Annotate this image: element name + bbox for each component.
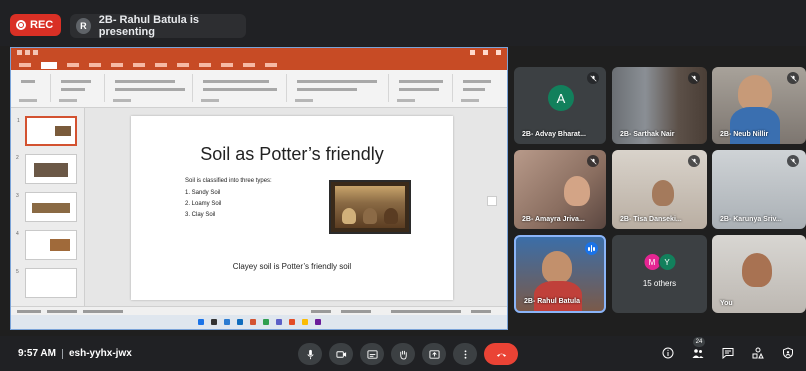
ppt-ribbon-tabs [11,60,507,70]
participant-avatar: A [548,85,574,111]
separator [61,348,63,359]
slide-title: Soil as Potter’s friendly [200,144,384,164]
presenter-avatar: R [76,18,91,34]
list-item: 3. Clay Soil [185,212,216,218]
participant-video [742,253,772,287]
others-avatars: M Y [643,253,676,271]
participant-tile[interactable]: 2B- Sarthak Nair [612,67,707,144]
leave-call-button[interactable] [484,343,518,365]
mic-off-icon [587,72,599,84]
clock-time: 9:57 AM [18,348,56,359]
window-controls [470,50,501,55]
participant-name: 2B- Neub Nillir [720,131,769,138]
participant-name: 2B- Karunya Sriv... [720,216,782,223]
hand-icon [399,350,407,360]
participant-name: You [720,300,733,307]
participant-name: 2B- Amayra Jriva... [522,216,585,223]
ppt-title-bar [11,48,507,60]
slide-thumbnails: 1 2 3 4 5 [11,108,85,308]
more-options-button[interactable] [453,343,477,365]
soil-types-list: 1. Sandy Soil 2. Loamy Soil 3. Clay Soil [185,190,221,223]
call-controls [298,343,518,365]
participant-name: 2B- Advay Bharat... [522,131,586,138]
more-vert-icon [464,349,466,359]
slide-thumbnail[interactable]: 4 [16,230,77,260]
participant-avatar: Y [658,253,676,271]
present-button[interactable] [422,343,446,365]
slide-footer-text: Clayey soil is Potter’s friendly soil [232,262,352,271]
meeting-info: 9:57 AM esh-yyhx-jwx [18,348,132,359]
camera-icon [335,350,346,358]
others-tile[interactable]: M Y 15 others [612,235,707,313]
participant-name: 2B- Tisa Danseki... [620,216,682,223]
side-panel-buttons: 24 [660,337,796,361]
recording-badge[interactable]: REC [10,14,62,36]
participant-name: 2B- Sarthak Nair [620,131,675,138]
participant-name: 2B- Rahul Batula [524,298,581,305]
slide-thumbnail[interactable]: 1 [17,116,77,146]
participant-video [738,75,772,111]
microphone-icon [306,349,314,359]
windows-taskbar [11,315,507,329]
people-button[interactable]: 24 [690,337,706,361]
soil-picture [329,180,411,234]
recording-label: REC [30,19,54,31]
meet-window: REC R 2B- Rahul Batula is presenting 1 2… [0,0,806,371]
slide-thumbnail[interactable]: 2 [16,154,77,184]
present-icon [428,349,440,359]
activities-button[interactable] [750,345,766,361]
participant-tile[interactable]: A 2B- Advay Bharat... [514,67,606,144]
presenting-text: 2B- Rahul Batula is presenting [98,14,200,38]
slide-intro-text: Soil is classified into three types: [185,178,272,184]
participant-tile[interactable]: 2B- Karunya Sriv... [712,150,806,229]
mic-off-icon [787,72,799,84]
bottom-bar: 9:57 AM esh-yyhx-jwx 24 [0,336,806,371]
people-count-badge: 24 [693,337,705,347]
participant-tile[interactable]: 2B- Tisa Danseki... [612,150,707,229]
list-item: 2. Loamy Soil [185,201,222,207]
participant-tile[interactable]: 2B- Amayra Jriva... [514,150,606,229]
quick-access-toolbar [17,50,57,57]
slide-side-button[interactable] [487,196,497,206]
participant-video [564,176,590,206]
speaking-indicator-icon [585,242,598,255]
others-count-label: 15 others [642,279,677,288]
slide-thumbnail[interactable]: 3 [16,192,77,222]
current-slide: Soil as Potter’s friendly Soil is classi… [131,116,453,300]
top-bar: REC R 2B- Rahul Batula is presenting [0,0,806,46]
captions-button[interactable] [360,343,384,365]
record-icon [16,20,26,30]
people-icon [692,349,704,358]
raise-hand-button[interactable] [391,343,415,365]
end-call-icon [496,353,506,357]
chat-icon [722,348,734,359]
ppt-workspace: 1 2 3 4 5 Soil as Potter’s friendly Soil… [11,108,507,308]
meeting-details-button[interactable] [660,345,676,361]
mic-off-icon [787,155,799,167]
list-item: 1. Sandy Soil [185,190,221,196]
host-controls-button[interactable] [780,345,796,361]
self-tile[interactable]: You [712,235,806,313]
presenting-banner[interactable]: R 2B- Rahul Batula is presenting [70,14,246,38]
camera-button[interactable] [329,343,353,365]
shield-icon [783,347,793,359]
participant-tile-active-speaker[interactable]: 2B- Rahul Batula [514,235,606,313]
meeting-code[interactable]: esh-yyhx-jwx [69,348,132,359]
captions-icon [366,349,378,359]
slide-thumbnail[interactable]: 5 [16,268,77,298]
participant-video [542,251,572,283]
shared-screen: 1 2 3 4 5 Soil as Potter’s friendly Soil… [10,47,508,330]
participant-video [652,180,674,206]
mic-off-icon [688,155,700,167]
chat-button[interactable] [720,345,736,361]
activities-icon [752,347,764,359]
mic-off-icon [587,155,599,167]
participant-tile[interactable]: 2B- Neub Nillir [712,67,806,144]
mic-off-icon [688,72,700,84]
ppt-ribbon [11,70,507,108]
ppt-status-bar [11,306,507,315]
info-icon [662,347,674,359]
microphone-button[interactable] [298,343,322,365]
